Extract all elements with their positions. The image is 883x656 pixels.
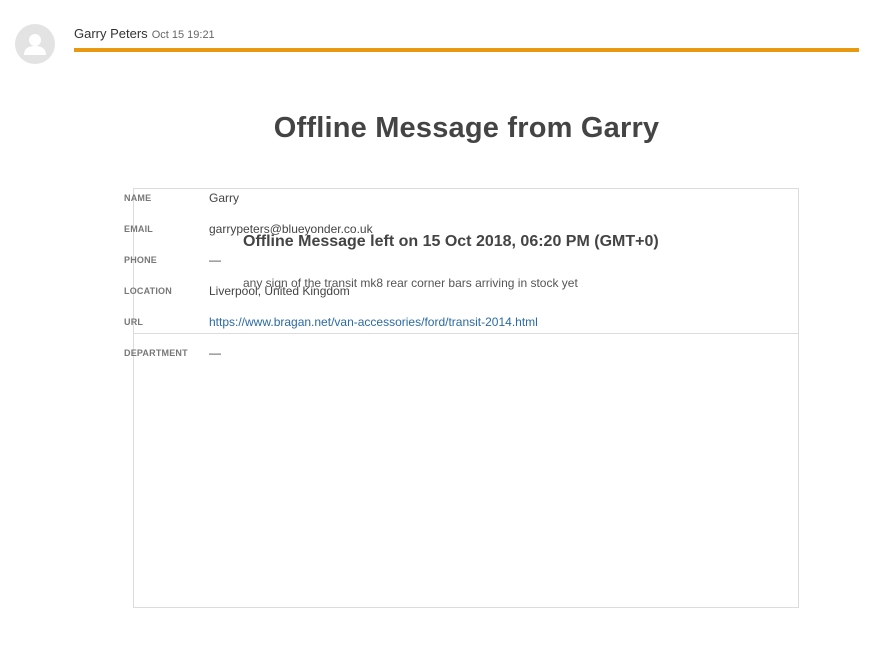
detail-label: LOCATION bbox=[124, 286, 172, 296]
message-header: Garry Peters Oct 15 19:21 bbox=[74, 26, 859, 52]
accent-bar bbox=[74, 48, 859, 52]
detail-row-location: LOCATION Liverpool, United Kingdom bbox=[124, 284, 538, 315]
sender-name[interactable]: Garry Peters bbox=[74, 26, 148, 41]
email-view: Garry Peters Oct 15 19:21 Offline Message… bbox=[0, 0, 883, 656]
detail-value: — bbox=[209, 253, 221, 267]
detail-row-phone: PHONE — bbox=[124, 253, 538, 284]
detail-row-url: URL https://www.bragan.net/van-accessori… bbox=[124, 315, 538, 346]
detail-value: — bbox=[209, 346, 221, 360]
detail-row-department: DEPARTMENT — bbox=[124, 346, 538, 377]
email-value[interactable]: garrypeters@blueyonder.co.uk bbox=[209, 222, 373, 236]
detail-label: NAME bbox=[124, 193, 152, 203]
detail-value-url: https://www.bragan.net/van-accessories/f… bbox=[209, 315, 538, 329]
detail-row-name: NAME Garry bbox=[124, 191, 538, 222]
detail-value: Liverpool, United Kingdom bbox=[209, 284, 350, 298]
avatar[interactable] bbox=[15, 24, 55, 64]
detail-row-email: EMAIL garrypeters@blueyonder.co.uk bbox=[124, 222, 538, 253]
visitor-details: NAME Garry EMAIL garrypeters@blueyonder.… bbox=[124, 191, 538, 377]
detail-label: DEPARTMENT bbox=[124, 348, 188, 358]
url-link[interactable]: https://www.bragan.net/van-accessories/f… bbox=[209, 315, 538, 329]
detail-label: URL bbox=[124, 317, 144, 327]
detail-label: PHONE bbox=[124, 255, 158, 265]
page-title: Offline Message from Garry bbox=[273, 112, 660, 144]
sender-line: Garry Peters Oct 15 19:21 bbox=[74, 26, 859, 46]
detail-label: EMAIL bbox=[124, 224, 153, 234]
user-avatar-icon bbox=[24, 34, 46, 55]
detail-value: Garry bbox=[209, 191, 239, 205]
message-timestamp: Oct 15 19:21 bbox=[151, 29, 215, 41]
